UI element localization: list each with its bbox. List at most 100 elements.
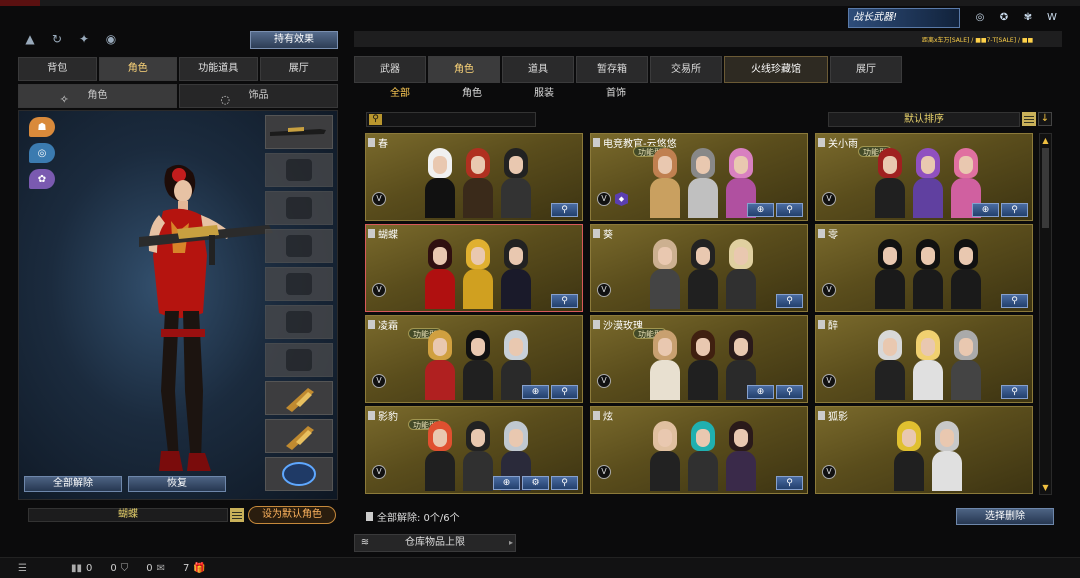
character-card[interactable]: 零 V ⚲ bbox=[815, 224, 1033, 312]
scroll-down-icon[interactable]: ▼ bbox=[1041, 483, 1050, 492]
character-card[interactable]: 狐影 V bbox=[815, 406, 1033, 494]
backpack-slot[interactable] bbox=[265, 267, 333, 301]
magnify-plus-button[interactable]: ⊕ bbox=[747, 385, 774, 399]
list-view-icon[interactable] bbox=[1022, 112, 1036, 126]
search-button[interactable]: ⚲ bbox=[1001, 385, 1028, 399]
character-portrait bbox=[949, 330, 983, 400]
rank-badge[interactable]: ☗ bbox=[29, 117, 55, 137]
scroll-thumb[interactable] bbox=[1042, 148, 1049, 228]
portrait-body bbox=[501, 178, 531, 218]
wing-badge[interactable]: ✿ bbox=[29, 169, 55, 189]
right-tab-0[interactable]: 武器 bbox=[354, 56, 426, 83]
unequip-all-button[interactable]: 全部解除 bbox=[24, 476, 122, 492]
rifle-slot[interactable] bbox=[265, 115, 333, 149]
goggles-slot[interactable] bbox=[265, 191, 333, 225]
brand-button[interactable]: 战长武器! bbox=[848, 8, 960, 28]
search-button[interactable]: ⚲ bbox=[776, 476, 803, 490]
helmet-slot[interactable] bbox=[265, 153, 333, 187]
sort-direction-icon[interactable]: ↓ bbox=[1038, 112, 1052, 126]
left-subtab-1[interactable]: ◌ 饰品 bbox=[179, 84, 338, 108]
right-subtab-3[interactable]: 首饰 bbox=[580, 86, 652, 102]
portrait-face bbox=[902, 429, 916, 447]
search-button[interactable]: ⚲ bbox=[776, 294, 803, 308]
character-card[interactable]: 沙漠玫瑰 功能型 V ⊕ ⚲ bbox=[590, 315, 808, 403]
right-tab-3[interactable]: 暂存箱 bbox=[576, 56, 648, 83]
search-button[interactable]: ⚲ bbox=[776, 203, 803, 217]
set-default-button[interactable]: 设为默认角色 bbox=[248, 506, 336, 524]
w-logo-icon[interactable]: W bbox=[1044, 10, 1060, 26]
portrait-face bbox=[509, 338, 523, 356]
restore-button[interactable]: 恢复 bbox=[128, 476, 226, 492]
right-tab-6[interactable]: 展厅 bbox=[830, 56, 902, 83]
search-button[interactable]: ⚲ bbox=[1001, 203, 1028, 217]
gear-button[interactable]: ⚙ bbox=[522, 476, 549, 490]
card-actions: ⚲ bbox=[551, 203, 578, 217]
fox-icon[interactable]: ✾ bbox=[1020, 10, 1036, 26]
target-icon[interactable]: ◎ bbox=[972, 10, 988, 26]
left-tab-1[interactable]: 角色 bbox=[98, 57, 177, 81]
right-subtab-2[interactable]: 服装 bbox=[508, 86, 580, 102]
magnify-plus-button[interactable]: ⊕ bbox=[493, 476, 520, 490]
search-button[interactable]: ⚲ bbox=[551, 385, 578, 399]
right-subtab-1[interactable]: 角色 bbox=[436, 86, 508, 102]
grenade-slot[interactable] bbox=[265, 381, 333, 415]
eye-badge[interactable]: ◎ bbox=[29, 143, 55, 163]
warehouse-limit-button[interactable]: ≋ 仓库物品上限 ▸ bbox=[354, 534, 516, 552]
character-card[interactable]: 凌霜 功能型 V ⊕ ⚲ bbox=[365, 315, 583, 403]
status-item[interactable]: 7 🎁 bbox=[183, 563, 206, 574]
right-tab-1[interactable]: 角色 bbox=[428, 56, 500, 83]
sort-dropdown[interactable]: 默认排序 bbox=[828, 112, 1020, 127]
skill-icon[interactable]: ✦ bbox=[74, 30, 94, 48]
status-item[interactable]: ☰ bbox=[18, 563, 27, 574]
refresh-icon[interactable]: ↻ bbox=[47, 30, 67, 48]
magnify-plus-button[interactable]: ⊕ bbox=[972, 203, 999, 217]
boots-slot[interactable] bbox=[265, 343, 333, 377]
character-card[interactable]: 炫 V ⚲ bbox=[590, 406, 808, 494]
right-tab-5[interactable]: 火线珍藏馆 bbox=[724, 56, 828, 83]
gift-icon[interactable]: ◉ bbox=[101, 30, 121, 48]
bulk-status-label: 全部解除: 0个/6个 bbox=[377, 513, 460, 524]
vest-slot[interactable] bbox=[265, 229, 333, 263]
list-icon[interactable] bbox=[230, 508, 244, 522]
left-subtab-0[interactable]: ✧ 角色 bbox=[18, 84, 177, 108]
character-card[interactable]: 春 V ⚲ bbox=[365, 133, 583, 221]
search-button[interactable]: ⚲ bbox=[1001, 294, 1028, 308]
status-item[interactable]: 0 ⛉ bbox=[110, 563, 128, 574]
character-card[interactable]: 关小雨 功能型 V ⊕ ⚲ bbox=[815, 133, 1033, 221]
left-tab-3[interactable]: 展厅 bbox=[259, 57, 338, 81]
badge-column: ☗ ◎ ✿ bbox=[29, 117, 55, 189]
search-button[interactable]: ⚲ bbox=[776, 385, 803, 399]
bag-rank-icon[interactable]: ▲ bbox=[20, 30, 40, 48]
right-tab-2[interactable]: 道具 bbox=[502, 56, 574, 83]
character-card[interactable]: 蝴蝶 V ⚲ bbox=[365, 224, 583, 312]
magnify-plus-button[interactable]: ⊕ bbox=[747, 203, 774, 217]
armor-slot[interactable] bbox=[265, 305, 333, 339]
knife-slot[interactable] bbox=[265, 419, 333, 453]
search-button[interactable]: ⚲ bbox=[551, 294, 578, 308]
effect-button[interactable]: 持有效果 bbox=[250, 31, 338, 49]
character-card[interactable]: 电竞教官-云悠悠 功能型 V ◆ ⊕ ⚲ bbox=[590, 133, 808, 221]
character-card[interactable]: 葵 V ⚲ bbox=[590, 224, 808, 312]
scroll-up-icon[interactable]: ▲ bbox=[1041, 136, 1050, 145]
grid-scrollbar[interactable]: ▲ ▼ bbox=[1039, 133, 1052, 495]
character-card[interactable]: 醉 V ⚲ bbox=[815, 315, 1033, 403]
right-tab-4[interactable]: 交易所 bbox=[650, 56, 722, 83]
news-ticker[interactable]: 距离x车万[SALE] / ■■7-T[SALE] / ■■ bbox=[922, 35, 1033, 44]
magnify-plus-button[interactable]: ⊕ bbox=[522, 385, 549, 399]
close-button[interactable] bbox=[0, 0, 40, 6]
select-delete-button[interactable]: 选择删除 bbox=[956, 508, 1054, 525]
right-subtab-0[interactable]: 全部 bbox=[364, 86, 436, 102]
character-portrait bbox=[873, 330, 907, 400]
status-item[interactable]: 0 ✉ bbox=[146, 563, 165, 574]
search-field[interactable]: ⚲ bbox=[366, 112, 536, 127]
left-tab-0[interactable]: 背包 bbox=[18, 57, 97, 81]
search-button[interactable]: ⚲ bbox=[551, 203, 578, 217]
character-card[interactable]: 影豹 功能型 V ⊕ ⚙ ⚲ bbox=[365, 406, 583, 494]
character-name-field[interactable]: 蝴蝶 bbox=[28, 508, 228, 522]
status-item[interactable]: ▮▮ 0 bbox=[71, 563, 92, 574]
portrait-face bbox=[471, 156, 485, 174]
left-tab-2[interactable]: 功能道具 bbox=[179, 57, 258, 81]
award-icon[interactable]: ✪ bbox=[996, 10, 1012, 26]
search-button[interactable]: ⚲ bbox=[551, 476, 578, 490]
medal-slot[interactable] bbox=[265, 457, 333, 491]
